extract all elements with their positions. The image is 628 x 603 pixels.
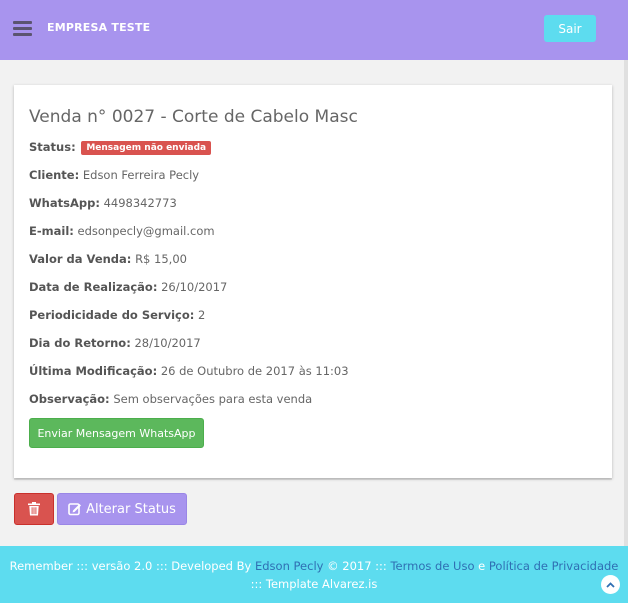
client-row: Cliente: Edson Ferreira Pecly xyxy=(29,168,200,182)
service-periodicity-row: Periodicidade do Serviço: 2 xyxy=(29,308,206,322)
last-modified-row: Última Modificação: 26 de Outubro de 201… xyxy=(29,364,349,378)
status-label: Status: xyxy=(29,140,76,154)
status-row: Status: Mensagem não enviada xyxy=(29,140,212,155)
page-scrollbar[interactable] xyxy=(624,60,628,546)
sale-value-row: Valor da Venda: R$ 15,00 xyxy=(29,252,187,266)
scroll-to-top-button[interactable] xyxy=(601,575,620,594)
company-name: EMPRESA TESTE xyxy=(47,21,151,34)
change-status-label: Alterar Status xyxy=(86,501,176,517)
chevron-up-icon xyxy=(606,581,615,588)
page-footer: Remember ::: versão 2.0 ::: Developed By… xyxy=(0,546,628,603)
logout-button[interactable]: Sair xyxy=(544,15,596,42)
author-link[interactable]: Edson Pecly xyxy=(255,559,323,573)
realization-date-row: Data de Realização: 26/10/2017 xyxy=(29,280,228,294)
footer-line-2: ::: Template Alvarez.is xyxy=(250,577,378,591)
top-navbar: EMPRESA TESTE Sair xyxy=(0,0,628,60)
observation-row: Observação: Sem observações para esta ve… xyxy=(29,392,313,406)
send-whatsapp-button[interactable]: Enviar Mensagem WhatsApp xyxy=(29,418,204,448)
email-row: E-mail: edsonpecly@gmail.com xyxy=(29,224,215,238)
terms-link[interactable]: Termos de Uso xyxy=(390,559,474,573)
footer-line-1: Remember ::: versão 2.0 ::: Developed By… xyxy=(9,559,619,573)
delete-sale-button[interactable] xyxy=(14,493,54,525)
whatsapp-row: WhatsApp: 4498342773 xyxy=(29,196,177,210)
status-badge: Mensagem não enviada xyxy=(81,141,212,155)
change-status-button[interactable]: Alterar Status xyxy=(57,493,187,525)
sale-detail-card: Venda n° 0027 - Corte de Cabelo Masc Sta… xyxy=(14,85,612,478)
return-day-row: Dia do Retorno: 28/10/2017 xyxy=(29,336,201,350)
edit-icon xyxy=(68,503,82,516)
privacy-link[interactable]: Política de Privacidade xyxy=(489,559,618,573)
sale-title: Venda n° 0027 - Corte de Cabelo Masc xyxy=(29,107,358,127)
trash-icon xyxy=(28,502,40,516)
hamburger-menu-icon[interactable] xyxy=(13,21,32,37)
